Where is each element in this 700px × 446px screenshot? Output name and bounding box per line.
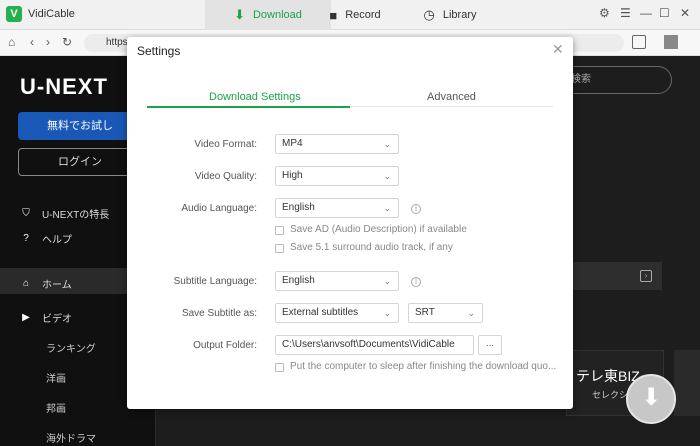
sleep-label: Put the computer to sleep after finishin… xyxy=(290,361,557,372)
audio-language-value: English xyxy=(282,202,315,213)
minimize-icon[interactable]: — xyxy=(640,6,652,20)
sidebar-sub-foreign-drama[interactable]: 海外ドラマ xyxy=(46,430,96,445)
tab-advanced[interactable]: Advanced xyxy=(427,91,476,103)
chevron-down-icon: ⌄ xyxy=(383,139,391,149)
sidebar-item-video[interactable]: ▶ ビデオ xyxy=(20,310,72,325)
save-subtitle-value: External subtitles xyxy=(282,307,359,318)
audio-language-label: Audio Language: xyxy=(181,203,257,214)
video-camera-icon: ■ xyxy=(329,7,338,23)
tab-library-label: Library xyxy=(442,9,477,21)
app-window: V VidiCable ⬇ Download ■ Record ◷ Librar… xyxy=(0,0,700,446)
dialog-title: Settings xyxy=(137,44,181,58)
sidebar-item-features[interactable]: ⛉ U-NEXTの特長 xyxy=(20,206,109,221)
sidebar-item-home[interactable]: ⌂ ホーム xyxy=(20,276,72,291)
vidicable-logo-icon: V xyxy=(6,6,22,22)
sidebar-sub-japanese-movies[interactable]: 邦画 xyxy=(46,400,66,415)
subtitle-language-label: Subtitle Language: xyxy=(173,276,257,287)
surround-checkbox[interactable] xyxy=(275,244,284,253)
back-icon[interactable]: ‹ xyxy=(30,35,34,49)
play-icon: ▶ xyxy=(22,312,30,323)
tab-record[interactable]: ■ Record xyxy=(320,0,390,30)
settings-tabs: Download Settings Advanced xyxy=(147,85,553,108)
tab-download-settings[interactable]: Download Settings xyxy=(209,91,301,103)
app-name: VidiCable xyxy=(28,8,75,20)
sidebar-item-label: ホーム xyxy=(42,280,72,291)
subtitle-format-value: SRT xyxy=(415,307,435,318)
sidebar-item-label: ヘルプ xyxy=(42,235,72,246)
active-tab-indicator xyxy=(147,106,350,108)
tab-download-label: Download xyxy=(252,9,302,21)
sidebar-sub-ranking[interactable]: ランキング xyxy=(46,340,96,355)
chevron-down-icon: ⌄ xyxy=(383,203,391,213)
surround-label: Save 5.1 surround audio track, if any xyxy=(290,242,453,253)
info-icon[interactable]: i xyxy=(411,277,421,287)
tab-record-label: Record xyxy=(345,9,381,21)
download-icon: ⬇ xyxy=(234,7,245,22)
extension-icon[interactable] xyxy=(664,35,678,49)
subtitle-format-select[interactable]: SRT ⌄ xyxy=(408,303,483,323)
site-brand: U-NEXT xyxy=(20,74,108,99)
audio-description-label: Save AD (Audio Description) if available xyxy=(290,224,467,235)
chevron-down-icon: ⌄ xyxy=(383,308,391,318)
menu-icon[interactable]: ☰ xyxy=(620,6,631,20)
title-bar: V VidiCable ⬇ Download ■ Record ◷ Librar… xyxy=(0,0,700,30)
shield-icon: ⛉ xyxy=(22,208,30,219)
chevron-down-icon: ⌄ xyxy=(467,308,475,318)
video-format-value: MP4 xyxy=(282,138,303,149)
settings-dialog: Settings ✕ Download Settings Advanced Vi… xyxy=(127,37,573,409)
login-button[interactable]: ログイン xyxy=(18,148,142,176)
forward-icon[interactable]: › xyxy=(46,35,50,49)
output-folder-input[interactable]: C:\Users\anvsoft\Documents\VidiCable xyxy=(275,335,474,355)
download-fab-icon[interactable]: ⬇ xyxy=(626,374,676,424)
home-icon: ⌂ xyxy=(22,278,30,289)
video-quality-value: High xyxy=(282,170,303,181)
chevron-down-icon: ⌄ xyxy=(383,171,391,181)
save-subtitle-select[interactable]: External subtitles ⌄ xyxy=(275,303,399,323)
video-quality-select[interactable]: High ⌄ xyxy=(275,166,399,186)
subtitle-language-select[interactable]: English ⌄ xyxy=(275,271,399,291)
chevron-right-icon[interactable]: › xyxy=(640,270,652,282)
info-icon[interactable]: i xyxy=(411,204,421,214)
output-folder-label: Output Folder: xyxy=(193,340,257,351)
video-format-label: Video Format: xyxy=(194,139,257,150)
save-subtitle-label: Save Subtitle as: xyxy=(181,308,257,319)
card-subtitle: セレクシ xyxy=(592,390,629,400)
home-nav-icon[interactable]: ⌂ xyxy=(8,35,15,49)
subtitle-language-value: English xyxy=(282,275,315,286)
sidebar-item-help[interactable]: ? ヘルプ xyxy=(20,231,72,246)
video-format-select[interactable]: MP4 ⌄ xyxy=(275,134,399,154)
audio-description-checkbox[interactable] xyxy=(275,226,284,235)
close-icon[interactable]: ✕ xyxy=(552,41,564,58)
sidebar-item-label: U-NEXTの特長 xyxy=(42,210,110,221)
video-quality-label: Video Quality: xyxy=(194,171,257,182)
tab-library[interactable]: ◷ Library xyxy=(420,0,480,30)
sidebar-sub-western-movies[interactable]: 洋画 xyxy=(46,370,66,385)
settings-icon[interactable]: ⚙ xyxy=(599,6,610,20)
tab-download[interactable]: ⬇ Download xyxy=(205,0,331,30)
help-icon: ? xyxy=(23,233,29,244)
audio-language-select[interactable]: English ⌄ xyxy=(275,198,399,218)
sleep-checkbox[interactable] xyxy=(275,363,284,372)
content-card[interactable] xyxy=(674,350,700,416)
sidebar-item-label: ビデオ xyxy=(42,314,72,325)
free-trial-button[interactable]: 無料でお試し xyxy=(18,112,142,140)
reload-icon[interactable]: ↻ xyxy=(62,35,72,49)
browse-folder-button[interactable]: ... xyxy=(478,335,502,355)
chevron-down-icon: ⌄ xyxy=(383,276,391,286)
close-window-icon[interactable]: ✕ xyxy=(680,6,690,20)
maximize-icon[interactable]: ☐ xyxy=(659,6,670,20)
clock-icon: ◷ xyxy=(423,7,435,22)
apps-grid-icon[interactable] xyxy=(632,35,646,49)
